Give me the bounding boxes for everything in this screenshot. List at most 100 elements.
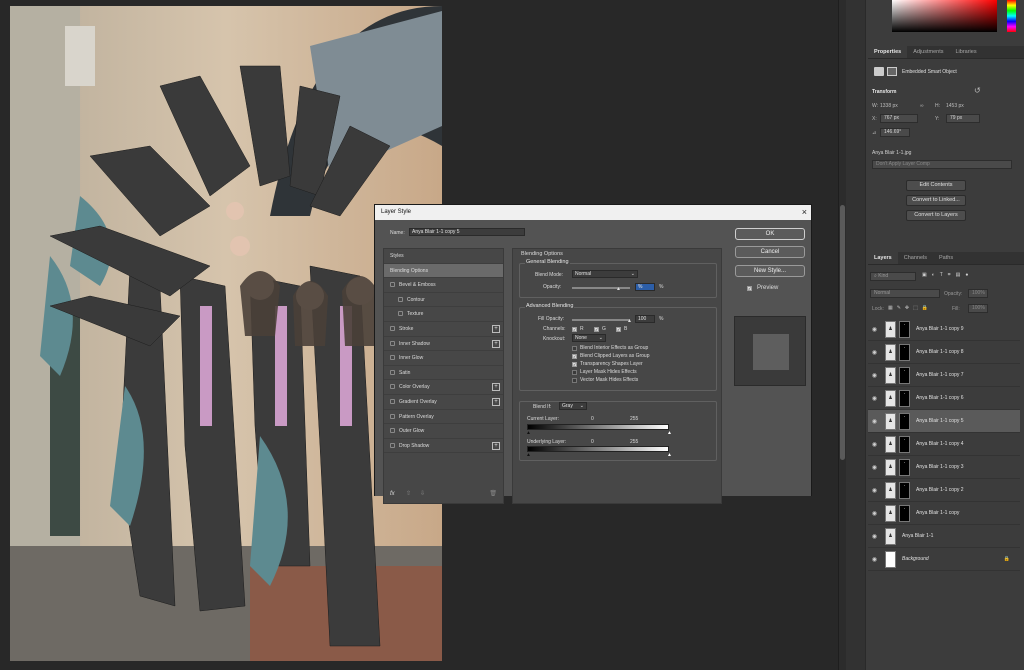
underlying-layer-black-slider[interactable]: ▲ xyxy=(526,452,531,458)
move-up-icon[interactable]: ⇧ xyxy=(406,490,411,497)
eye-icon[interactable]: ◉ xyxy=(868,326,881,333)
fx-icon[interactable]: fx xyxy=(390,491,395,497)
opacity-field[interactable]: % xyxy=(635,283,655,291)
layer-row[interactable]: ◉ ♟ · Anya Blair 1-1 copy 9 xyxy=(868,318,1020,341)
new-style-button[interactable]: New Style... xyxy=(735,265,805,277)
vector-mask-hides-checkbox[interactable]: ✓ xyxy=(572,378,577,383)
layer-row[interactable]: ◉ ♟ · Anya Blair 1-1 copy 2 xyxy=(868,479,1020,502)
tab-paths[interactable]: Paths xyxy=(933,252,959,264)
style-inner-glow[interactable]: Inner Glow xyxy=(384,351,503,366)
reset-icon[interactable]: ↺ xyxy=(974,86,981,95)
blend-clipped-layers-checkbox[interactable]: ✓ xyxy=(572,354,577,359)
canvas-vertical-scrollbar[interactable] xyxy=(838,0,846,670)
dialog-titlebar[interactable]: Layer Style × xyxy=(375,205,811,220)
layer-name[interactable]: Anya Blair 1-1 copy 9 xyxy=(916,326,964,332)
fill-field[interactable]: 100% xyxy=(968,304,988,313)
transparency-shapes-checkbox[interactable]: ✓ xyxy=(572,362,577,367)
current-layer-white-slider[interactable]: ▲ xyxy=(667,430,672,436)
eye-icon[interactable]: ◉ xyxy=(868,372,881,379)
layer-row[interactable]: ◉ ♟ · Anya Blair 1-1 copy 8 xyxy=(868,341,1020,364)
tab-libraries[interactable]: Libraries xyxy=(949,46,982,58)
tab-adjustments[interactable]: Adjustments xyxy=(907,46,949,58)
eye-icon[interactable]: ◉ xyxy=(868,441,881,448)
style-inner-shadow[interactable]: Inner Shadow + xyxy=(384,337,503,352)
style-pattern-overlay[interactable]: Pattern Overlay xyxy=(384,410,503,425)
plus-icon[interactable]: + xyxy=(492,441,500,450)
blend-interior-effects-checkbox[interactable]: ✓ xyxy=(572,346,577,351)
close-icon[interactable]: × xyxy=(802,205,807,220)
style-color-overlay[interactable]: Color Overlay + xyxy=(384,380,503,395)
style-checkbox[interactable] xyxy=(390,325,395,331)
layer-mask-thumbnail[interactable]: · xyxy=(899,389,910,407)
edit-contents-button[interactable]: Edit Contents xyxy=(906,180,966,191)
style-bevel-emboss[interactable]: Bevel & Emboss xyxy=(384,278,503,293)
name-field[interactable]: Anya Blair 1-1 copy 5 xyxy=(409,228,525,236)
hue-slider[interactable] xyxy=(1007,0,1016,32)
fill-opacity-field[interactable]: 100 xyxy=(635,315,655,323)
plus-icon[interactable]: + xyxy=(492,397,500,406)
w-value[interactable]: 1338 px xyxy=(880,103,898,109)
style-checkbox[interactable] xyxy=(390,282,395,288)
underlying-layer-white-slider[interactable]: ▲ xyxy=(667,452,672,458)
channel-b-checkbox[interactable]: ✓ xyxy=(616,327,621,332)
filter-icons[interactable]: ▣◐T⌗▤● xyxy=(922,272,973,278)
layer-opacity-field[interactable]: 100% xyxy=(968,289,988,298)
fill-opacity-slider[interactable] xyxy=(572,319,630,321)
style-checkbox[interactable] xyxy=(398,311,403,317)
opacity-slider[interactable] xyxy=(572,287,630,289)
layer-mask-thumbnail[interactable]: · xyxy=(899,343,910,361)
eye-icon[interactable]: ◉ xyxy=(868,418,881,425)
y-field[interactable]: 79 px xyxy=(946,114,980,123)
style-satin[interactable]: Satin xyxy=(384,366,503,381)
style-checkbox[interactable] xyxy=(390,340,395,346)
style-checkbox[interactable] xyxy=(390,442,395,448)
eye-icon[interactable]: ◉ xyxy=(868,487,881,494)
blend-if-select[interactable]: Gray ⌄ xyxy=(559,402,587,410)
style-stroke[interactable]: Stroke + xyxy=(384,322,503,337)
move-down-icon[interactable]: ⇩ xyxy=(420,490,425,497)
color-picker[interactable] xyxy=(892,0,1024,40)
style-checkbox[interactable] xyxy=(390,355,395,361)
color-field[interactable] xyxy=(892,0,997,32)
current-layer-black-slider[interactable]: ▲ xyxy=(526,430,531,436)
layer-mask-thumbnail[interactable]: · xyxy=(899,435,910,453)
layer-name[interactable]: Anya Blair 1-1 copy 2 xyxy=(916,487,964,493)
layer-comp-select[interactable]: Don't Apply Layer Comp xyxy=(872,160,1012,169)
convert-to-linked-button[interactable]: Convert to Linked... xyxy=(906,195,966,206)
trash-icon[interactable]: 🗑 xyxy=(489,490,497,497)
layer-name[interactable]: Anya Blair 1-1 copy 3 xyxy=(916,464,964,470)
link-icon[interactable]: ∞ xyxy=(920,103,924,109)
tab-channels[interactable]: Channels xyxy=(898,252,933,264)
fill-opacity-slider-thumb[interactable]: ▲ xyxy=(627,318,632,324)
tab-layers[interactable]: Layers xyxy=(868,252,898,264)
kind-filter[interactable]: ⌕ Kind xyxy=(870,272,916,281)
layer-row[interactable]: ◉ ♟ Anya Blair 1-1 xyxy=(868,525,1020,548)
plus-icon[interactable]: + xyxy=(492,339,500,348)
layer-mask-thumbnail[interactable]: · xyxy=(899,504,910,522)
eye-icon[interactable]: ◉ xyxy=(868,533,881,540)
blend-mode-select[interactable]: Normal ⌄ xyxy=(572,270,638,278)
style-gradient-overlay[interactable]: Gradient Overlay + xyxy=(384,395,503,410)
lock-icon[interactable]: 🔒 xyxy=(1004,556,1010,562)
style-drop-shadow[interactable]: Drop Shadow + xyxy=(384,439,503,454)
layer-row[interactable]: ◉ ♟ · Anya Blair 1-1 copy 3 xyxy=(868,456,1020,479)
plus-icon[interactable]: + xyxy=(492,383,500,392)
layer-row-selected[interactable]: ◉ ♟ · Anya Blair 1-1 copy 5 xyxy=(868,410,1020,433)
style-checkbox[interactable] xyxy=(390,369,395,375)
eye-icon[interactable]: ◉ xyxy=(868,349,881,356)
eye-icon[interactable]: ◉ xyxy=(868,464,881,471)
layer-mask-hides-checkbox[interactable]: ✓ xyxy=(572,370,577,375)
preview-checkbox[interactable]: ✓ xyxy=(747,286,752,291)
x-field[interactable]: 767 px xyxy=(880,114,918,123)
layer-row[interactable]: ◉ ♟ · Anya Blair 1-1 copy 7 xyxy=(868,364,1020,387)
channel-r-checkbox[interactable]: ✓ xyxy=(572,327,577,332)
layer-name[interactable]: Anya Blair 1-1 copy 5 xyxy=(916,418,964,424)
eye-icon[interactable]: ◉ xyxy=(868,395,881,402)
style-checkbox[interactable] xyxy=(390,428,395,434)
eye-icon[interactable]: ◉ xyxy=(868,556,881,563)
layer-row[interactable]: ◉ ♟ · Anya Blair 1-1 copy 6 xyxy=(868,387,1020,410)
angle-field[interactable]: 146.69° xyxy=(880,128,910,137)
layer-row[interactable]: ◉ ♟ · Anya Blair 1-1 copy 4 xyxy=(868,433,1020,456)
layer-mask-thumbnail[interactable]: · xyxy=(899,366,910,384)
layer-name[interactable]: Anya Blair 1-1 copy 8 xyxy=(916,349,964,355)
